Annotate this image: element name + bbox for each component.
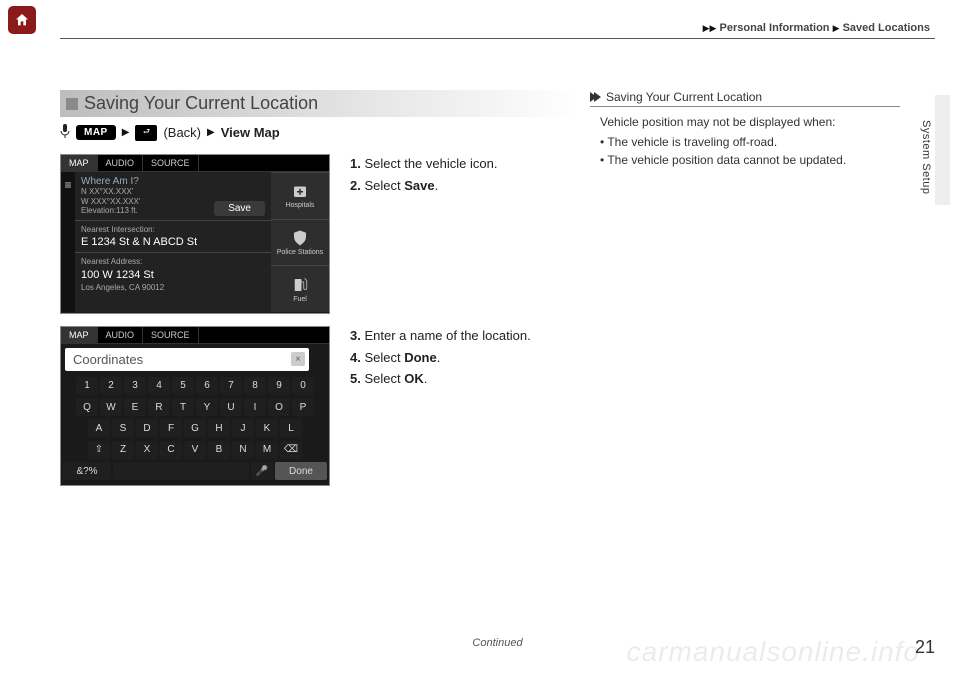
- back-icon: ⮐: [135, 125, 157, 141]
- elevation: Elevation:113 ft.: [81, 206, 140, 216]
- home-button[interactable]: [8, 6, 36, 34]
- chevron-right-icon: ▶: [710, 23, 717, 33]
- clear-icon: ×: [291, 352, 305, 366]
- coord-n: N XX°XX.XXX': [81, 187, 140, 197]
- side-note-intro: Vehicle position may not be displayed wh…: [600, 113, 900, 131]
- step-5: 5. Select OK.: [350, 369, 531, 389]
- section-label: System Setup: [920, 120, 932, 194]
- main-content: Saving Your Current Location MAP ▶ ⮐ (Ba…: [60, 90, 580, 486]
- map-button-icon: MAP: [76, 125, 116, 140]
- chevron-right-icon: ▶: [122, 127, 130, 138]
- side-note-body: Vehicle position may not be displayed wh…: [590, 113, 900, 169]
- chevron-right-icon: ▶: [207, 127, 215, 138]
- nearest-address-value: 100 W 1234 St: [81, 269, 265, 281]
- side-note-bullet: The vehicle is traveling off-road.: [600, 133, 900, 151]
- chevron-right-icon: ▶: [703, 23, 710, 33]
- section-title: Saving Your Current Location: [84, 93, 318, 114]
- ss-tab-map: MAP: [61, 155, 98, 171]
- kb-row-3: ASDFGHJKL: [63, 419, 327, 437]
- done-key: Done: [275, 462, 327, 480]
- kb-row-4: ⇧ ZXCVBNM ⌫: [63, 441, 327, 459]
- whereami-label: Where Am I?: [81, 176, 140, 187]
- view-map-label: View Map: [221, 125, 280, 140]
- cat-hospitals: Hospitals: [271, 172, 329, 219]
- kb-row-2: QWERTYUIOP: [63, 398, 327, 416]
- breadcrumb-item: Personal Information: [720, 22, 830, 34]
- page-number: 21: [915, 637, 935, 658]
- step-3: 3. Enter a name of the location.: [350, 326, 531, 346]
- cat-police: Police Stations: [271, 219, 329, 266]
- back-label: (Back): [163, 125, 201, 140]
- steps-2: 3. Enter a name of the location. 4. Sele…: [350, 326, 531, 391]
- breadcrumb-item: Saved Locations: [843, 22, 930, 34]
- fuel-icon: [291, 276, 309, 294]
- screenshot-keyboard: MAP AUDIO SOURCE Coordinates × 123456789…: [60, 326, 330, 486]
- coord-w: W XXX°XX.XXX': [81, 197, 140, 207]
- ss-tab-map: MAP: [61, 327, 98, 343]
- symbols-key: &?%: [63, 462, 111, 480]
- kb-row-1: 1234567890: [63, 377, 327, 395]
- side-note-bullet: The vehicle position data cannot be upda…: [600, 151, 900, 169]
- square-icon: [66, 98, 78, 110]
- side-tab: [935, 95, 950, 205]
- kb-row-5: &?% 🎤 Done: [63, 462, 327, 480]
- chevron-right-icon: ▶: [833, 23, 840, 33]
- mic-key: 🎤: [251, 462, 273, 480]
- nav-sequence: MAP ▶ ⮐ (Back) ▶ View Map: [60, 123, 580, 142]
- screenshot-where-am-i: MAP AUDIO SOURCE ≡ Where Am I? N XX°XX.X…: [60, 154, 330, 314]
- steps-1: 1. Select the vehicle icon. 2. Select Sa…: [350, 154, 497, 197]
- breadcrumb: ▶▶ Personal Information ▶ Saved Location…: [703, 22, 930, 34]
- side-note: Saving Your Current Location Vehicle pos…: [590, 90, 900, 169]
- space-key: [113, 462, 249, 480]
- home-icon: [14, 12, 30, 28]
- ss-tab-source: SOURCE: [143, 155, 199, 171]
- police-icon: [291, 229, 309, 247]
- text-input: Coordinates ×: [65, 348, 309, 371]
- chevron-right-icon: [594, 92, 601, 102]
- hospital-icon: [291, 182, 309, 200]
- step-1: 1. Select the vehicle icon.: [350, 154, 497, 174]
- nearest-intersection-label: Nearest Intersection:: [81, 225, 265, 235]
- side-note-header: Saving Your Current Location: [590, 90, 900, 107]
- shift-icon: ⇧: [88, 441, 110, 459]
- ss-tab-source: SOURCE: [143, 327, 199, 343]
- cat-fuel: Fuel: [271, 265, 329, 312]
- continued-label: Continued: [472, 637, 522, 649]
- side-note-title: Saving Your Current Location: [606, 90, 762, 104]
- top-rule: [60, 38, 935, 39]
- nearest-address-city: Los Angeles, CA 90012: [81, 283, 265, 293]
- section-title-bar: Saving Your Current Location: [60, 90, 580, 117]
- mic-icon: [60, 123, 70, 142]
- step-2: 2. Select Save.: [350, 176, 497, 196]
- content-row-1: MAP AUDIO SOURCE ≡ Where Am I? N XX°XX.X…: [60, 154, 580, 314]
- step-4: 4. Select Done.: [350, 348, 531, 368]
- backspace-icon: ⌫: [280, 441, 302, 459]
- save-button: Save: [214, 201, 265, 216]
- footer: Continued 21: [60, 637, 935, 658]
- nearest-address-label: Nearest Address:: [81, 257, 265, 267]
- content-row-2: MAP AUDIO SOURCE Coordinates × 123456789…: [60, 326, 580, 486]
- menu-icon: ≡: [61, 172, 75, 312]
- ss-tab-audio: AUDIO: [98, 327, 144, 343]
- nearest-intersection-value: E 1234 St & N ABCD St: [81, 236, 265, 248]
- ss-tab-audio: AUDIO: [98, 155, 144, 171]
